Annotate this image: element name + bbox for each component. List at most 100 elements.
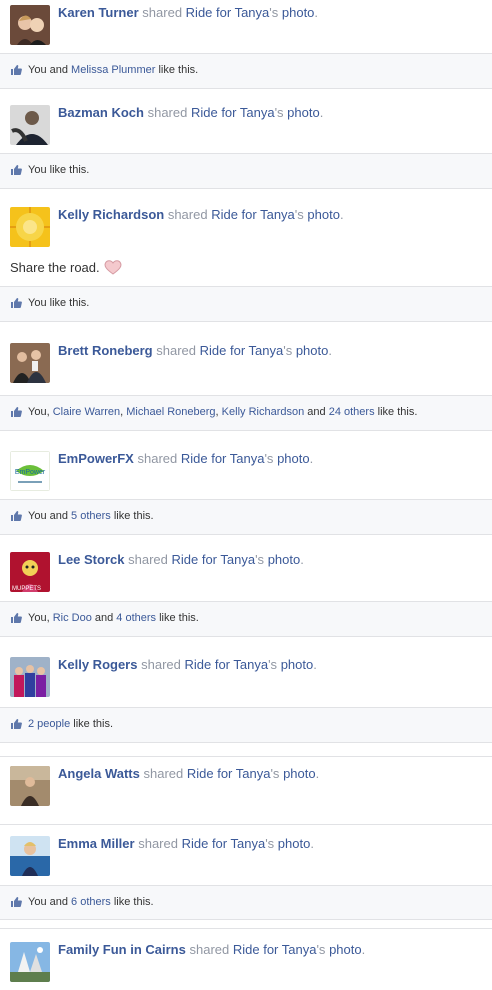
possessive: 's [294,207,304,222]
liker-name[interactable]: Kelly Richardson [222,406,305,418]
you-text: You and [28,510,68,522]
period: . [310,836,314,851]
post-karen-turner: Karen Turner shared Ride for Tanya's pho… [0,0,492,90]
like-summary: You and 5 others like this. [10,510,154,522]
avatar[interactable] [10,5,50,45]
page-name[interactable]: Ride for Tanya [184,657,268,672]
avatar[interactable] [10,942,50,982]
photo-link[interactable]: photo [329,942,362,957]
svg-text:EmPower: EmPower [15,469,46,476]
liker-name[interactable]: Michael Roneberg [126,406,215,418]
you-text: You and [28,896,68,908]
others-link[interactable]: 5 others [71,510,111,522]
like-thumb-icon[interactable] [10,297,22,309]
user-name[interactable]: Lee Storck [58,552,124,567]
like-summary: You, Claire Warren, Michael Roneberg, Ke… [10,406,417,418]
post-line: Kelly Richardson shared Ride for Tanya's… [58,207,344,223]
like-tail: like this. [158,64,199,76]
photo-link[interactable]: photo [307,207,340,222]
page-name[interactable]: Ride for Tanya [182,836,266,851]
possessive: 's [283,343,293,358]
heart-icon [104,260,122,275]
avatar[interactable]: MUPPETS [10,552,50,592]
shared-text: shared [141,657,181,672]
photo-link[interactable]: photo [282,5,315,20]
user-name[interactable]: EmPowerFX [58,451,134,466]
photo-link[interactable]: photo [287,105,320,120]
like-thumb-icon[interactable] [10,64,22,76]
shared-text: shared [138,836,178,851]
avatar[interactable] [10,105,50,145]
avatar[interactable] [10,343,50,383]
possessive: 's [274,105,284,120]
avatar[interactable] [10,657,50,697]
possessive: 's [269,5,279,20]
page-name[interactable]: Ride for Tanya [200,343,284,358]
like-thumb-icon[interactable] [10,406,22,418]
like-footer: You, Ric Doo and 4 others like this. [0,601,492,637]
like-footer: You and 5 others like this. [0,499,492,535]
like-footer: You and Melissa Plummer like this. [0,53,492,89]
photo-link[interactable]: photo [281,657,314,672]
post-empowerfx: EmPower EmPowerFX shared Ride for Tanya'… [0,431,492,535]
photo-link[interactable]: photo [283,766,316,781]
period: . [314,5,319,20]
page-name[interactable]: Ride for Tanya [233,942,317,957]
user-name[interactable]: Kelly Rogers [58,657,137,672]
photo-link[interactable]: photo [296,343,329,358]
period: . [300,552,304,567]
you-text: You and [28,64,68,76]
you-text: You like this. [28,164,90,176]
avatar[interactable]: EmPower [10,451,50,491]
like-footer: You like this. [0,153,492,189]
user-name[interactable]: Bazman Koch [58,105,144,120]
shared-text: shared [143,766,184,781]
like-thumb-icon[interactable] [10,164,22,176]
others-link[interactable]: 24 others [329,406,375,418]
liker-name[interactable]: Melissa Plummer [71,64,155,76]
page-name[interactable]: Ride for Tanya [191,105,275,120]
photo-link[interactable]: photo [278,836,311,851]
others-link[interactable]: 6 others [71,896,111,908]
post-header: Brett Roneberg shared Ride for Tanya's p… [10,343,332,383]
avatar[interactable] [10,836,50,876]
post-header: EmPower EmPowerFX shared Ride for Tanya'… [10,451,313,491]
shared-text: shared [147,105,188,120]
photo-link[interactable]: photo [277,451,310,466]
page-name[interactable]: Ride for Tanya [187,766,271,781]
like-summary: You and Melissa Plummer like this. [10,64,198,76]
like-thumb-icon[interactable] [10,896,22,908]
post-header: Family Fun in Cairns shared Ride for Tan… [10,942,365,982]
post-lee-storck: MUPPETS Lee Storck shared Ride for Tanya… [0,535,492,637]
you-text: You, [28,406,50,418]
user-name[interactable]: Angela Watts [58,766,140,781]
you-text: You like this. [28,297,90,309]
user-name[interactable]: Karen Turner [58,5,139,20]
user-name[interactable]: Brett Roneberg [58,343,153,358]
liker-name[interactable]: Claire Warren [53,406,120,418]
page-name[interactable]: Ride for Tanya [211,207,295,222]
liker-name[interactable]: Ric Doo [53,612,92,624]
like-summary: You and 6 others like this. [10,896,154,908]
user-name[interactable]: Kelly Richardson [58,207,164,222]
photo-link[interactable]: photo [268,552,301,567]
like-thumb-icon[interactable] [10,612,22,624]
avatar[interactable] [10,766,50,806]
page-name[interactable]: Ride for Tanya [171,552,255,567]
like-thumb-icon[interactable] [10,718,22,730]
others-link[interactable]: 4 others [116,612,156,624]
like-footer: You like this. [0,286,492,322]
page-name[interactable]: Ride for Tanya [181,451,265,466]
like-footer: You and 6 others like this. [0,885,492,920]
post-family-fun-in-cairns: Family Fun in Cairns shared Ride for Tan… [0,922,492,990]
possessive: 's [316,942,326,957]
people-link[interactable]: 2 people [28,718,70,730]
user-name[interactable]: Emma Miller [58,836,135,851]
avatar[interactable] [10,207,50,247]
user-name[interactable]: Family Fun in Cairns [58,942,186,957]
post-header: Kelly Rogers shared Ride for Tanya's pho… [10,657,317,697]
page-name[interactable]: Ride for Tanya [186,5,270,20]
shared-text: shared [128,552,168,567]
you-text: You, [28,612,50,624]
like-thumb-icon[interactable] [10,510,22,522]
